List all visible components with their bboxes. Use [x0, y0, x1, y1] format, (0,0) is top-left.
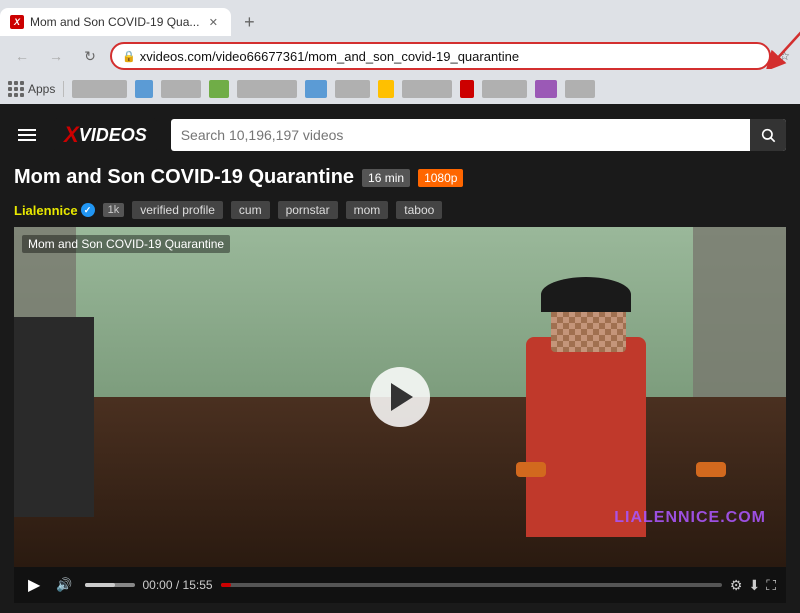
- video-overlay-title: Mom and Son COVID-19 Quarantine: [22, 235, 230, 253]
- play-pause-button[interactable]: ▶: [24, 573, 44, 597]
- verified-icon: ✓: [81, 203, 95, 217]
- search-input[interactable]: [171, 127, 750, 143]
- bookmarks-divider: [63, 81, 64, 97]
- bookmark-9[interactable]: [402, 80, 452, 98]
- hamburger-line-3: [18, 139, 36, 141]
- play-button[interactable]: [370, 367, 430, 427]
- browser-chrome: X Mom and Son COVID-19 Qua... ✕ + ← → ↻ …: [0, 0, 800, 104]
- settings-icon[interactable]: ⚙: [730, 577, 743, 594]
- refresh-button[interactable]: ↻: [76, 42, 104, 70]
- controls-right: ⚙ ⬇ ⛶: [730, 577, 776, 594]
- hamburger-line-1: [18, 129, 36, 131]
- bookmark-6[interactable]: [305, 80, 327, 98]
- search-bar[interactable]: [171, 119, 786, 151]
- time-separator: /: [176, 578, 183, 592]
- video-watermark: LIALENNICE.COM: [614, 509, 766, 527]
- verified-profile-tag[interactable]: verified profile: [132, 201, 223, 219]
- time-total: 15:55: [183, 578, 213, 592]
- bookmark-2[interactable]: [135, 80, 153, 98]
- apps-label: Apps: [28, 82, 55, 96]
- author-name-text: Lialennice: [14, 203, 78, 218]
- volume-button[interactable]: 🔊: [52, 575, 76, 595]
- bookmark-8[interactable]: [378, 80, 394, 98]
- back-button[interactable]: ←: [8, 42, 36, 70]
- right-arm: [696, 462, 726, 477]
- new-tab-button[interactable]: +: [235, 8, 263, 36]
- bookmark-13[interactable]: [565, 80, 595, 98]
- person-silhouette: [506, 277, 736, 537]
- video-controls: ▶ 🔊 00:00 / 15:55 ⚙ ⬇ ⛶: [14, 567, 786, 603]
- video-title-text: Mom and Son COVID-19 Quarantine: [14, 166, 354, 189]
- bookmark-11[interactable]: [482, 80, 527, 98]
- site-logo[interactable]: X VIDEOS: [54, 118, 157, 152]
- bookmark-1[interactable]: [72, 80, 127, 98]
- search-button[interactable]: [750, 119, 786, 151]
- play-triangle-icon: [391, 383, 413, 411]
- dress: [526, 337, 646, 537]
- hair: [541, 277, 631, 312]
- logo-text: VIDEOS: [79, 125, 147, 146]
- author-link[interactable]: Lialennice ✓: [14, 203, 95, 218]
- bookmark-7[interactable]: [335, 80, 370, 98]
- tab-title: Mom and Son COVID-19 Qua...: [30, 15, 199, 29]
- time-current: 00:00: [143, 578, 173, 592]
- tag-pornstar[interactable]: pornstar: [278, 201, 338, 219]
- video-title-area: Mom and Son COVID-19 Quarantine 16 min 1…: [14, 160, 786, 195]
- download-icon[interactable]: ⬇: [748, 577, 760, 594]
- bookmark-10[interactable]: [460, 80, 474, 98]
- progress-bar[interactable]: [221, 583, 722, 587]
- duration-badge: 16 min: [362, 169, 410, 187]
- fullscreen-icon[interactable]: ⛶: [766, 577, 776, 594]
- lock-icon: 🔒: [122, 50, 136, 63]
- bookmark-3[interactable]: [161, 80, 201, 98]
- subscriber-count: 1k: [103, 203, 125, 217]
- tag-taboo[interactable]: taboo: [396, 201, 442, 219]
- time-display: 00:00 / 15:55: [143, 578, 213, 592]
- tab-close-button[interactable]: ✕: [205, 14, 221, 30]
- tag-mom[interactable]: mom: [346, 201, 389, 219]
- tab-favicon: X: [10, 15, 24, 29]
- progress-fill: [221, 583, 231, 587]
- video-player[interactable]: Mom and Son COVID-19 Quarantine LIALENNI…: [14, 227, 786, 603]
- address-bar[interactable]: 🔒: [110, 42, 771, 70]
- page-content: X VIDEOS Mom and Son COVID-19 Quarantine…: [0, 104, 800, 613]
- video-meta: Lialennice ✓ 1k verified profile cum por…: [14, 195, 786, 227]
- apps-bookmark[interactable]: Apps: [8, 81, 55, 97]
- bookmark-4[interactable]: [209, 80, 229, 98]
- logo-x: X: [64, 122, 79, 148]
- address-bar-area: ← → ↻ 🔒 ☆: [0, 36, 800, 76]
- tag-cum[interactable]: cum: [231, 201, 270, 219]
- video-frame: Mom and Son COVID-19 Quarantine LIALENNI…: [14, 227, 786, 567]
- left-arm: [516, 462, 546, 477]
- volume-level: [85, 583, 115, 587]
- site-header: X VIDEOS: [14, 114, 786, 160]
- tab-bar: X Mom and Son COVID-19 Qua... ✕ +: [0, 0, 800, 36]
- bookmark-5[interactable]: [237, 80, 297, 98]
- hamburger-menu[interactable]: [14, 125, 40, 145]
- url-input[interactable]: [140, 49, 760, 64]
- apps-grid-icon: [8, 81, 24, 97]
- bookmarks-bar: Apps: [0, 76, 800, 104]
- active-tab[interactable]: X Mom and Son COVID-19 Qua... ✕: [0, 8, 231, 36]
- annotation-arrow: [764, 24, 800, 74]
- quality-badge: 1080p: [418, 169, 463, 187]
- forward-button[interactable]: →: [42, 42, 70, 70]
- left-object: [14, 317, 94, 517]
- volume-slider[interactable]: [85, 583, 135, 587]
- video-title: Mom and Son COVID-19 Quarantine 16 min 1…: [14, 166, 786, 189]
- hamburger-line-2: [18, 134, 36, 136]
- bookmark-12[interactable]: [535, 80, 557, 98]
